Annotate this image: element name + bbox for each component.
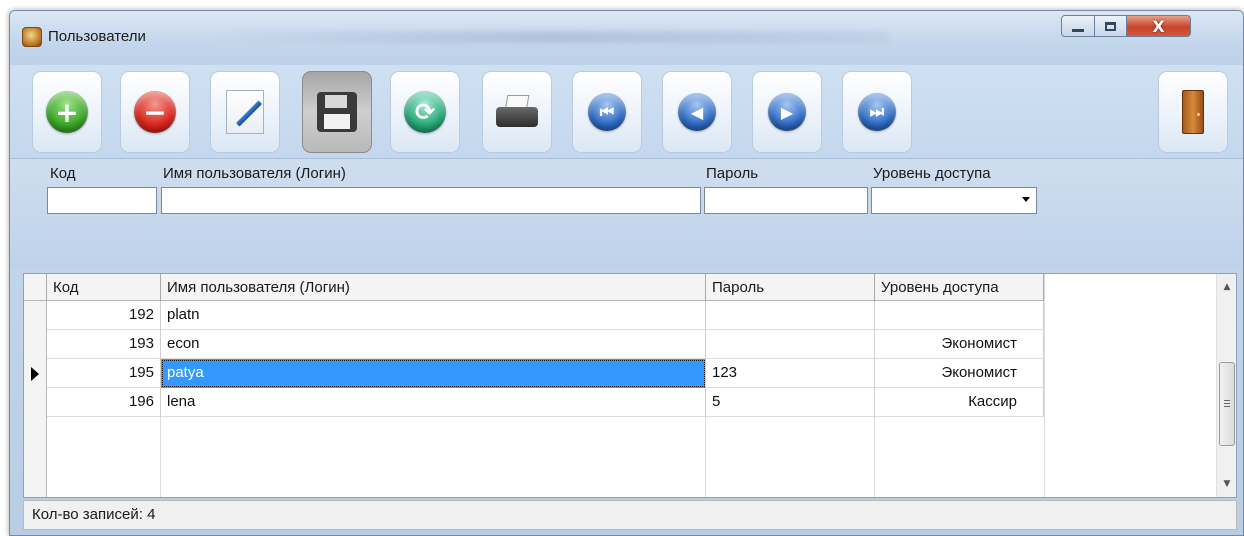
filter-access-select[interactable] — [871, 187, 1037, 214]
users-window: Пользователи X + − ⟳ ⏮ ◀ ▶ ⏭ Код Имя пол… — [9, 10, 1244, 536]
filter-access-label: Уровень доступа — [873, 165, 991, 182]
cell-code[interactable]: 195 — [47, 359, 161, 388]
previous-record-button[interactable]: ◀ — [662, 71, 732, 153]
save-button[interactable] — [302, 71, 372, 153]
chevron-down-icon[interactable] — [1022, 197, 1030, 202]
column-header-password[interactable]: Пароль — [706, 274, 875, 301]
scroll-down-icon[interactable]: ▼ — [1217, 474, 1237, 494]
next-record-button[interactable]: ▶ — [752, 71, 822, 153]
filter-password-label: Пароль — [706, 165, 759, 182]
toolbar: + − ⟳ ⏮ ◀ ▶ ⏭ — [10, 65, 1243, 159]
edit-button[interactable] — [210, 71, 280, 153]
title-bar[interactable]: Пользователи X — [10, 11, 1243, 65]
cell-password[interactable] — [706, 301, 875, 330]
status-bar: Кол-во записей: 4 — [23, 500, 1237, 530]
cell-login[interactable]: econ — [161, 330, 706, 359]
next-record-icon: ▶ — [768, 93, 806, 131]
delete-button[interactable]: − — [120, 71, 190, 153]
scroll-up-icon[interactable]: ▲ — [1217, 277, 1237, 297]
cell-access[interactable]: Экономист — [875, 359, 1044, 388]
vertical-scrollbar[interactable]: ▲ ▼ — [1216, 274, 1236, 497]
previous-record-icon: ◀ — [678, 93, 716, 131]
grid-header: Код Имя пользователя (Логин) Пароль Уров… — [24, 274, 1044, 301]
filter-panel: Код Имя пользователя (Логин) Пароль Уров… — [10, 159, 1243, 269]
cell-access[interactable]: Кассир — [875, 388, 1044, 417]
cell-code[interactable]: 193 — [47, 330, 161, 359]
cell-code[interactable]: 192 — [47, 301, 161, 330]
cell-login[interactable]: platn — [161, 301, 706, 330]
scrollbar-thumb[interactable] — [1219, 362, 1235, 446]
row-indicator[interactable] — [24, 388, 47, 417]
print-button[interactable] — [482, 71, 552, 153]
minimize-button[interactable] — [1061, 15, 1095, 37]
cell-code[interactable]: 196 — [47, 388, 161, 417]
row-indicator-empty — [24, 417, 47, 497]
cell-login-selected[interactable]: patya — [161, 359, 706, 388]
exit-button[interactable] — [1158, 71, 1228, 153]
cell-password[interactable]: 5 — [706, 388, 875, 417]
delete-icon: − — [134, 91, 176, 133]
users-grid[interactable]: Код Имя пользователя (Логин) Пароль Уров… — [23, 273, 1237, 498]
cell-password[interactable] — [706, 330, 875, 359]
first-record-icon: ⏮ — [588, 93, 626, 131]
filter-password-input[interactable] — [704, 187, 868, 214]
save-icon — [317, 92, 357, 132]
add-button[interactable]: + — [32, 71, 102, 153]
table-row[interactable]: 193 econ Экономист — [24, 330, 1044, 359]
filter-login-input[interactable] — [161, 187, 701, 214]
column-header-access[interactable]: Уровень доступа — [875, 274, 1044, 301]
column-header-code[interactable]: Код — [47, 274, 161, 301]
minimize-icon — [1072, 28, 1084, 32]
row-indicator[interactable] — [24, 301, 47, 330]
cell-access[interactable] — [875, 301, 1044, 330]
column-header-login[interactable]: Имя пользователя (Логин) — [161, 274, 706, 301]
cell-login[interactable]: lena — [161, 388, 706, 417]
close-icon: X — [1152, 16, 1165, 36]
table-row-selected[interactable]: 195 patya 123 Экономист — [24, 359, 1044, 388]
filter-code-label: Код — [50, 165, 76, 182]
row-indicator[interactable] — [24, 359, 47, 388]
close-button[interactable]: X — [1127, 15, 1191, 37]
refresh-icon: ⟳ — [404, 91, 446, 133]
grip-icon — [1224, 400, 1230, 401]
app-icon — [22, 27, 42, 47]
window-title: Пользователи — [48, 28, 146, 45]
refresh-button[interactable]: ⟳ — [390, 71, 460, 153]
cell-password[interactable]: 123 — [706, 359, 875, 388]
current-row-arrow-icon — [31, 367, 39, 381]
maximize-button[interactable] — [1095, 15, 1127, 37]
header-indicator-cell — [24, 274, 47, 301]
table-row[interactable]: 192 platn — [24, 301, 1044, 330]
filter-code-input[interactable] — [47, 187, 157, 214]
row-indicator[interactable] — [24, 330, 47, 359]
edit-icon — [226, 90, 264, 134]
last-record-icon: ⏭ — [858, 93, 896, 131]
door-exit-icon — [1182, 90, 1204, 134]
last-record-button[interactable]: ⏭ — [842, 71, 912, 153]
table-row[interactable]: 196 lena 5 Кассир — [24, 388, 1044, 417]
add-icon: + — [46, 91, 88, 133]
maximize-icon — [1105, 21, 1116, 31]
filter-login-label: Имя пользователя (Логин) — [163, 165, 346, 182]
cell-access[interactable]: Экономист — [875, 330, 1044, 359]
first-record-button[interactable]: ⏮ — [572, 71, 642, 153]
printer-icon — [494, 95, 540, 129]
title-bar-glass-blur — [210, 31, 890, 43]
